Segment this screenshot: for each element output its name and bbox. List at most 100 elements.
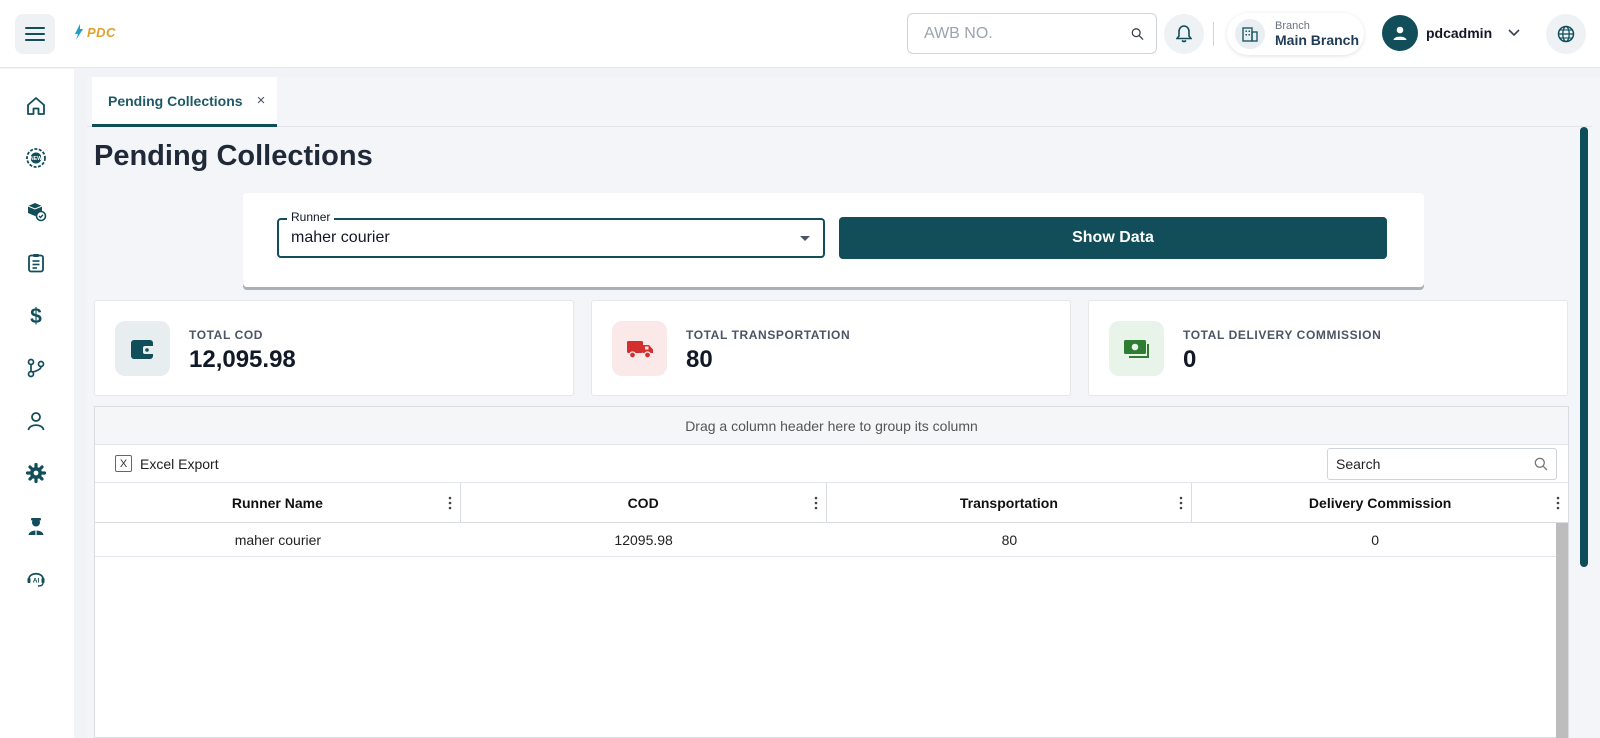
sidebar-item-shipments[interactable] (15, 190, 57, 232)
data-grid: Drag a column header here to group its c… (94, 406, 1569, 738)
sidebar-item-settings[interactable] (15, 452, 57, 494)
language-button[interactable] (1546, 14, 1586, 54)
stat-value: 12,095.98 (189, 346, 296, 373)
column-header-label: COD (627, 495, 659, 511)
stat-card-total-cod: TOTAL COD 12,095.98 (94, 300, 574, 396)
avatar (1382, 15, 1418, 51)
stat-card-total-delivery-commission: TOTAL DELIVERY COMMISSION 0 (1088, 300, 1568, 396)
group-panel[interactable]: Drag a column header here to group its c… (95, 407, 1568, 445)
top-bar: PDC Branch Main Branch pdcadmin (0, 0, 1600, 68)
hamburger-icon (25, 27, 45, 41)
sidebar-item-new[interactable]: NEW (15, 137, 57, 179)
truck-icon (612, 321, 667, 376)
column-header-delivery-commission[interactable]: Delivery Commission (1192, 483, 1568, 523)
excel-icon: X (115, 455, 132, 472)
notifications-button[interactable] (1164, 14, 1204, 54)
sidebar-item-ai-support[interactable]: AI (15, 557, 57, 599)
runner-select[interactable]: Runner maher courier (277, 210, 825, 258)
filter-card: Runner maher courier Show Data (243, 193, 1424, 287)
logo-text: PDC (87, 24, 116, 40)
sidebar-item-finance[interactable]: $ (15, 295, 57, 337)
tab-label: Pending Collections (108, 92, 243, 109)
page-title: Pending Collections (94, 140, 373, 172)
table-row[interactable]: maher courier 12095.98 80 0 (95, 523, 1558, 557)
column-menu-icon[interactable] (814, 496, 818, 510)
svg-text:NEW: NEW (30, 156, 42, 162)
runner-value: maher courier (291, 229, 390, 246)
tab-pending-collections[interactable]: Pending Collections × (92, 77, 277, 127)
column-menu-icon[interactable] (1179, 496, 1183, 510)
packages-icon (27, 203, 47, 222)
stat-card-total-transportation: TOTAL TRANSPORTATION 80 (591, 300, 1071, 396)
stat-label: TOTAL DELIVERY COMMISSION (1183, 328, 1382, 342)
logo-mark-icon (75, 24, 83, 40)
sidebar: NEW $ AI (0, 69, 74, 738)
cell-cod: 12095.98 (614, 531, 673, 548)
column-header-label: Transportation (959, 495, 1058, 511)
menu-toggle-button[interactable] (15, 14, 55, 54)
grid-header: Runner Name COD Transportation Delivery … (95, 483, 1568, 523)
sidebar-item-agents[interactable] (15, 505, 57, 547)
clipboard-icon (28, 254, 44, 273)
close-icon[interactable]: × (257, 92, 266, 109)
globe-icon (1557, 25, 1575, 43)
search-icon[interactable] (1534, 457, 1548, 471)
column-header-transportation[interactable]: Transportation (827, 483, 1193, 523)
svg-text:AI: AI (33, 578, 40, 585)
settings-icon (25, 462, 47, 484)
column-header-label: Runner Name (231, 495, 323, 511)
branch-icon (27, 358, 45, 378)
header-divider (1213, 22, 1214, 46)
new-badge-icon: NEW (26, 148, 46, 168)
logo[interactable]: PDC (74, 24, 116, 40)
grid-search-input[interactable] (1336, 456, 1534, 472)
agent-icon (28, 518, 44, 535)
branch-name: Main Branch (1275, 31, 1360, 48)
page-scrollbar[interactable] (1580, 127, 1588, 567)
svg-text:$: $ (30, 305, 42, 327)
bell-icon (1176, 25, 1192, 43)
stat-label: TOTAL TRANSPORTATION (686, 328, 851, 342)
building-icon (1235, 19, 1265, 49)
user-icon (27, 412, 45, 431)
sidebar-item-users[interactable] (15, 400, 57, 442)
tab-bar: Pending Collections × (87, 77, 1592, 127)
sidebar-item-home[interactable] (15, 85, 57, 127)
show-data-button[interactable]: Show Data (839, 217, 1387, 259)
column-header-label: Delivery Commission (1308, 495, 1452, 511)
search-icon[interactable] (1131, 24, 1144, 44)
dollar-icon: $ (30, 305, 42, 327)
runner-label: Runner (287, 210, 335, 224)
main-content: Pending Collections × Pending Collection… (87, 77, 1600, 738)
column-header-cod[interactable]: COD (461, 483, 827, 523)
wallet-icon (115, 321, 170, 376)
cell-runner-name: maher courier (234, 531, 322, 548)
excel-export-button[interactable]: X Excel Export (115, 455, 219, 472)
home-icon (27, 97, 45, 115)
branch-caption: Branch (1275, 19, 1310, 32)
chevron-down-icon (1508, 29, 1520, 37)
awb-search-input[interactable] (924, 24, 1131, 43)
awb-search-box[interactable] (907, 13, 1157, 54)
column-header-runner-name[interactable]: Runner Name (95, 483, 461, 523)
excel-export-label: Excel Export (140, 455, 219, 472)
stat-value: 0 (1183, 346, 1197, 373)
cell-transportation: 80 (1001, 531, 1018, 548)
dropdown-arrow-icon[interactable] (799, 235, 811, 242)
branch-selector[interactable]: Branch Main Branch (1227, 13, 1364, 55)
sidebar-item-branches[interactable] (15, 347, 57, 389)
grid-search-box[interactable] (1327, 448, 1557, 480)
person-icon (1393, 26, 1407, 40)
user-menu[interactable]: pdcadmin (1382, 15, 1520, 51)
stat-label: TOTAL COD (189, 328, 264, 342)
grid-toolbar: X Excel Export (95, 445, 1568, 483)
ai-support-icon: AI (27, 572, 45, 587)
cash-icon (1109, 321, 1164, 376)
grid-scrollbar[interactable] (1556, 523, 1568, 738)
cell-delivery-commission: 0 (1371, 531, 1380, 548)
sidebar-item-reports[interactable] (15, 242, 57, 284)
column-menu-icon[interactable] (448, 496, 452, 510)
stat-value: 80 (686, 346, 713, 373)
column-menu-icon[interactable] (1556, 496, 1560, 510)
username: pdcadmin (1426, 25, 1493, 41)
